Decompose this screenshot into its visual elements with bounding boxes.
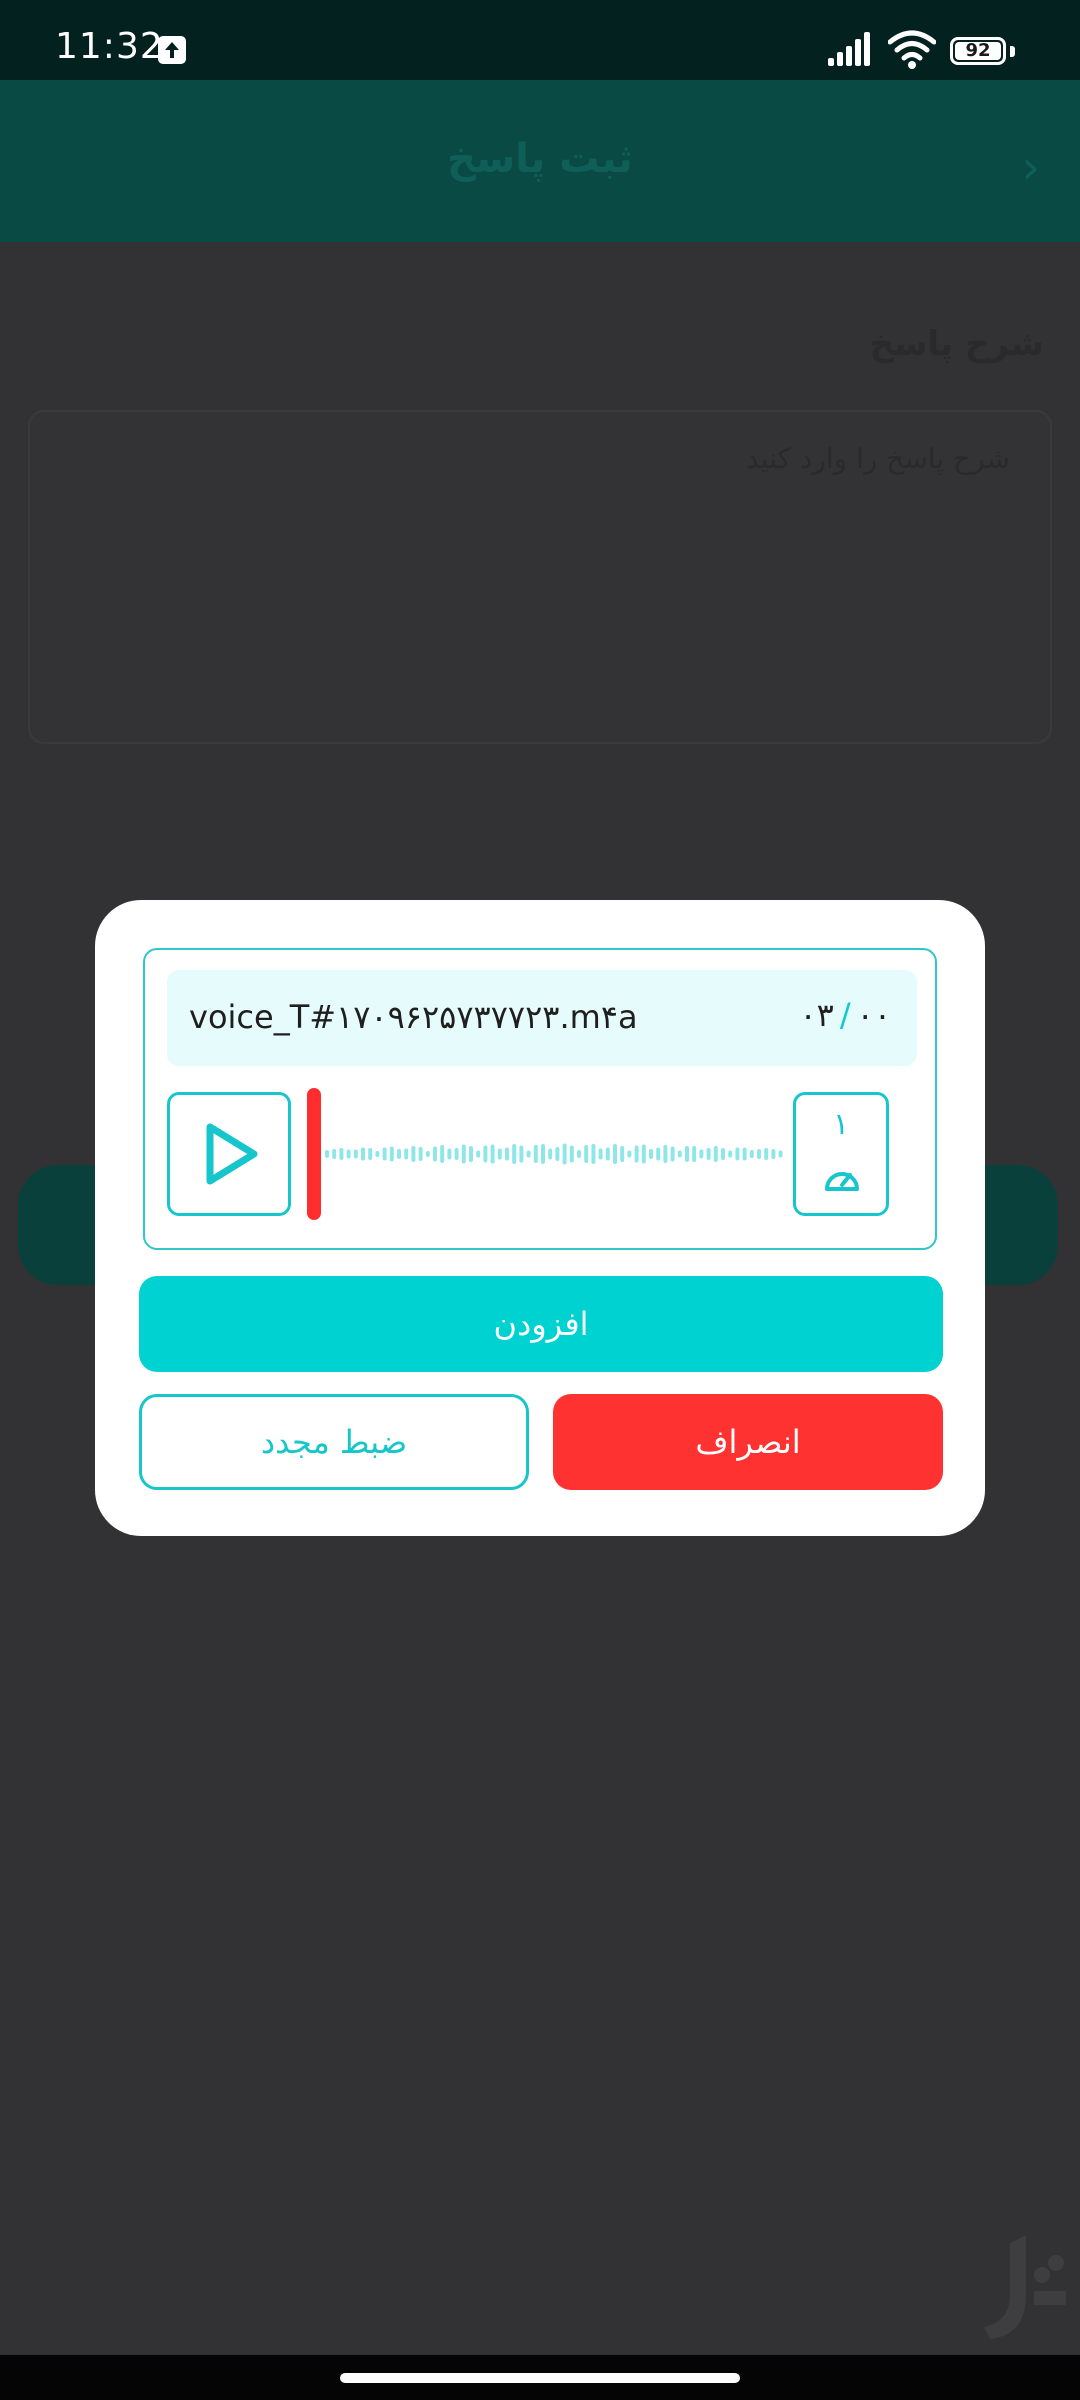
battery-icon: 92 <box>950 37 1006 65</box>
waveform-bar <box>382 1147 387 1161</box>
waveform-bar <box>706 1148 711 1160</box>
file-info-row: voice_T#۱۷۰۹۶۲۵۷۳۷۷۲۳.m۴a ۰۳/۰۰ <box>167 970 917 1066</box>
waveform-bar <box>598 1148 603 1160</box>
description-label: شرح پاسخ <box>869 324 1044 364</box>
waveform-bar <box>591 1144 596 1164</box>
status-time: 11:32 <box>55 26 164 67</box>
speed-value: ۱ <box>832 1107 850 1142</box>
waveform-bar <box>418 1147 423 1161</box>
waveform-bar <box>541 1144 545 1164</box>
store-logo-watermark <box>984 2235 1066 2339</box>
play-button[interactable] <box>167 1092 291 1216</box>
add-button[interactable]: افزودن <box>139 1276 943 1372</box>
waveform-bar <box>368 1148 373 1160</box>
playback-speed-button[interactable]: ۱ <box>793 1092 889 1216</box>
waveform-bar <box>433 1146 437 1162</box>
waveform-bar <box>728 1150 733 1158</box>
waveform-bar <box>476 1150 481 1158</box>
timer-total: ۰۳ <box>799 996 834 1034</box>
description-placeholder: شرح پاسخ را وارد کنید <box>746 442 1010 475</box>
waveform-bar <box>461 1144 466 1164</box>
waveform-bar <box>677 1150 682 1158</box>
waveform-bar <box>620 1146 625 1162</box>
app-bar: ثبت پاسخ › <box>0 80 1080 242</box>
page-title: ثبت پاسخ <box>447 136 633 182</box>
waveform-bar <box>627 1150 632 1158</box>
upload-icon <box>158 36 186 64</box>
waveform-bar <box>742 1147 747 1161</box>
timer-current: ۰۰ <box>856 996 891 1034</box>
waveform-bar <box>512 1144 517 1164</box>
waveform-bar <box>641 1144 646 1164</box>
waveform-bar <box>757 1149 761 1159</box>
waveform-bar <box>404 1148 409 1160</box>
waveform-bar <box>735 1147 740 1161</box>
waveform-bar <box>533 1145 538 1163</box>
waveform-bar <box>339 1148 344 1160</box>
waveform-bar <box>548 1148 553 1160</box>
waveform-bar <box>325 1150 329 1158</box>
waveform-bar <box>505 1147 509 1161</box>
waveform-bar <box>562 1143 567 1165</box>
home-indicator[interactable] <box>340 2373 740 2383</box>
waveform-bar <box>483 1145 488 1163</box>
file-name: voice_T#۱۷۰۹۶۲۵۷۳۷۷۲۳.m۴a <box>189 998 638 1036</box>
waveform-bar <box>447 1148 452 1160</box>
battery-cap <box>1010 46 1015 57</box>
play-icon <box>206 1123 258 1185</box>
waveform-bar <box>353 1149 358 1159</box>
timer-separator: / <box>839 996 851 1034</box>
playhead-marker[interactable] <box>307 1088 321 1220</box>
waveform-bar <box>692 1146 697 1162</box>
playback-timer: ۰۳/۰۰ <box>799 996 891 1034</box>
waveform-bar <box>440 1145 445 1163</box>
waveform-bar <box>605 1147 610 1161</box>
waveform-bar <box>685 1146 689 1162</box>
wifi-icon <box>888 30 936 69</box>
waveform-bar <box>699 1149 704 1159</box>
waveform-bar <box>526 1150 531 1158</box>
waveform-bar <box>425 1151 430 1157</box>
signal-icon <box>828 32 870 66</box>
waveform-bar <box>469 1146 473 1162</box>
cancel-button[interactable]: انصراف <box>553 1394 943 1490</box>
waveform-bar <box>389 1146 394 1162</box>
waveform-bar <box>361 1147 365 1161</box>
waveform-bar <box>656 1147 661 1161</box>
battery-percentage: 92 <box>965 40 991 61</box>
waveform-bar <box>375 1151 380 1157</box>
audio-waveform[interactable] <box>325 1092 785 1216</box>
waveform-bar <box>721 1148 725 1160</box>
waveform-bar <box>670 1146 675 1162</box>
waveform-bar <box>397 1149 401 1159</box>
waveform-bar <box>649 1149 653 1159</box>
waveform-bar <box>577 1150 581 1158</box>
waveform-bar <box>411 1146 416 1162</box>
waveform-bar <box>497 1148 502 1160</box>
description-textarea[interactable]: شرح پاسخ را وارد کنید <box>28 410 1052 744</box>
waveform-bar <box>490 1144 495 1164</box>
waveform-bar <box>663 1145 668 1163</box>
audio-player: voice_T#۱۷۰۹۶۲۵۷۳۷۷۲۳.m۴a ۰۳/۰۰ ۱ <box>143 948 937 1250</box>
waveform-bar <box>555 1147 560 1161</box>
voice-dialog: voice_T#۱۷۰۹۶۲۵۷۳۷۷۲۳.m۴a ۰۳/۰۰ ۱ افزودن… <box>95 900 985 1536</box>
waveform-bar <box>613 1144 617 1164</box>
waveform-bar <box>519 1145 524 1163</box>
waveform-bar <box>584 1145 589 1163</box>
waveform-bar <box>771 1149 776 1159</box>
waveform-bar <box>749 1150 754 1158</box>
waveform-bar <box>778 1150 783 1158</box>
waveform-bar <box>569 1145 574 1163</box>
waveform-bar <box>454 1148 459 1160</box>
waveform-bar <box>346 1149 351 1159</box>
chevron-right-icon[interactable]: › <box>1022 140 1040 194</box>
navigation-bar <box>0 2355 1080 2400</box>
waveform-bar <box>634 1145 639 1163</box>
speedometer-icon <box>825 1172 859 1191</box>
rerecord-button[interactable]: ضبط مجدد <box>139 1394 529 1490</box>
waveform-bar <box>764 1148 769 1160</box>
waveform-bar <box>713 1146 718 1162</box>
status-bar: 11:32 92 <box>0 0 1080 80</box>
waveform-bar <box>332 1149 337 1159</box>
